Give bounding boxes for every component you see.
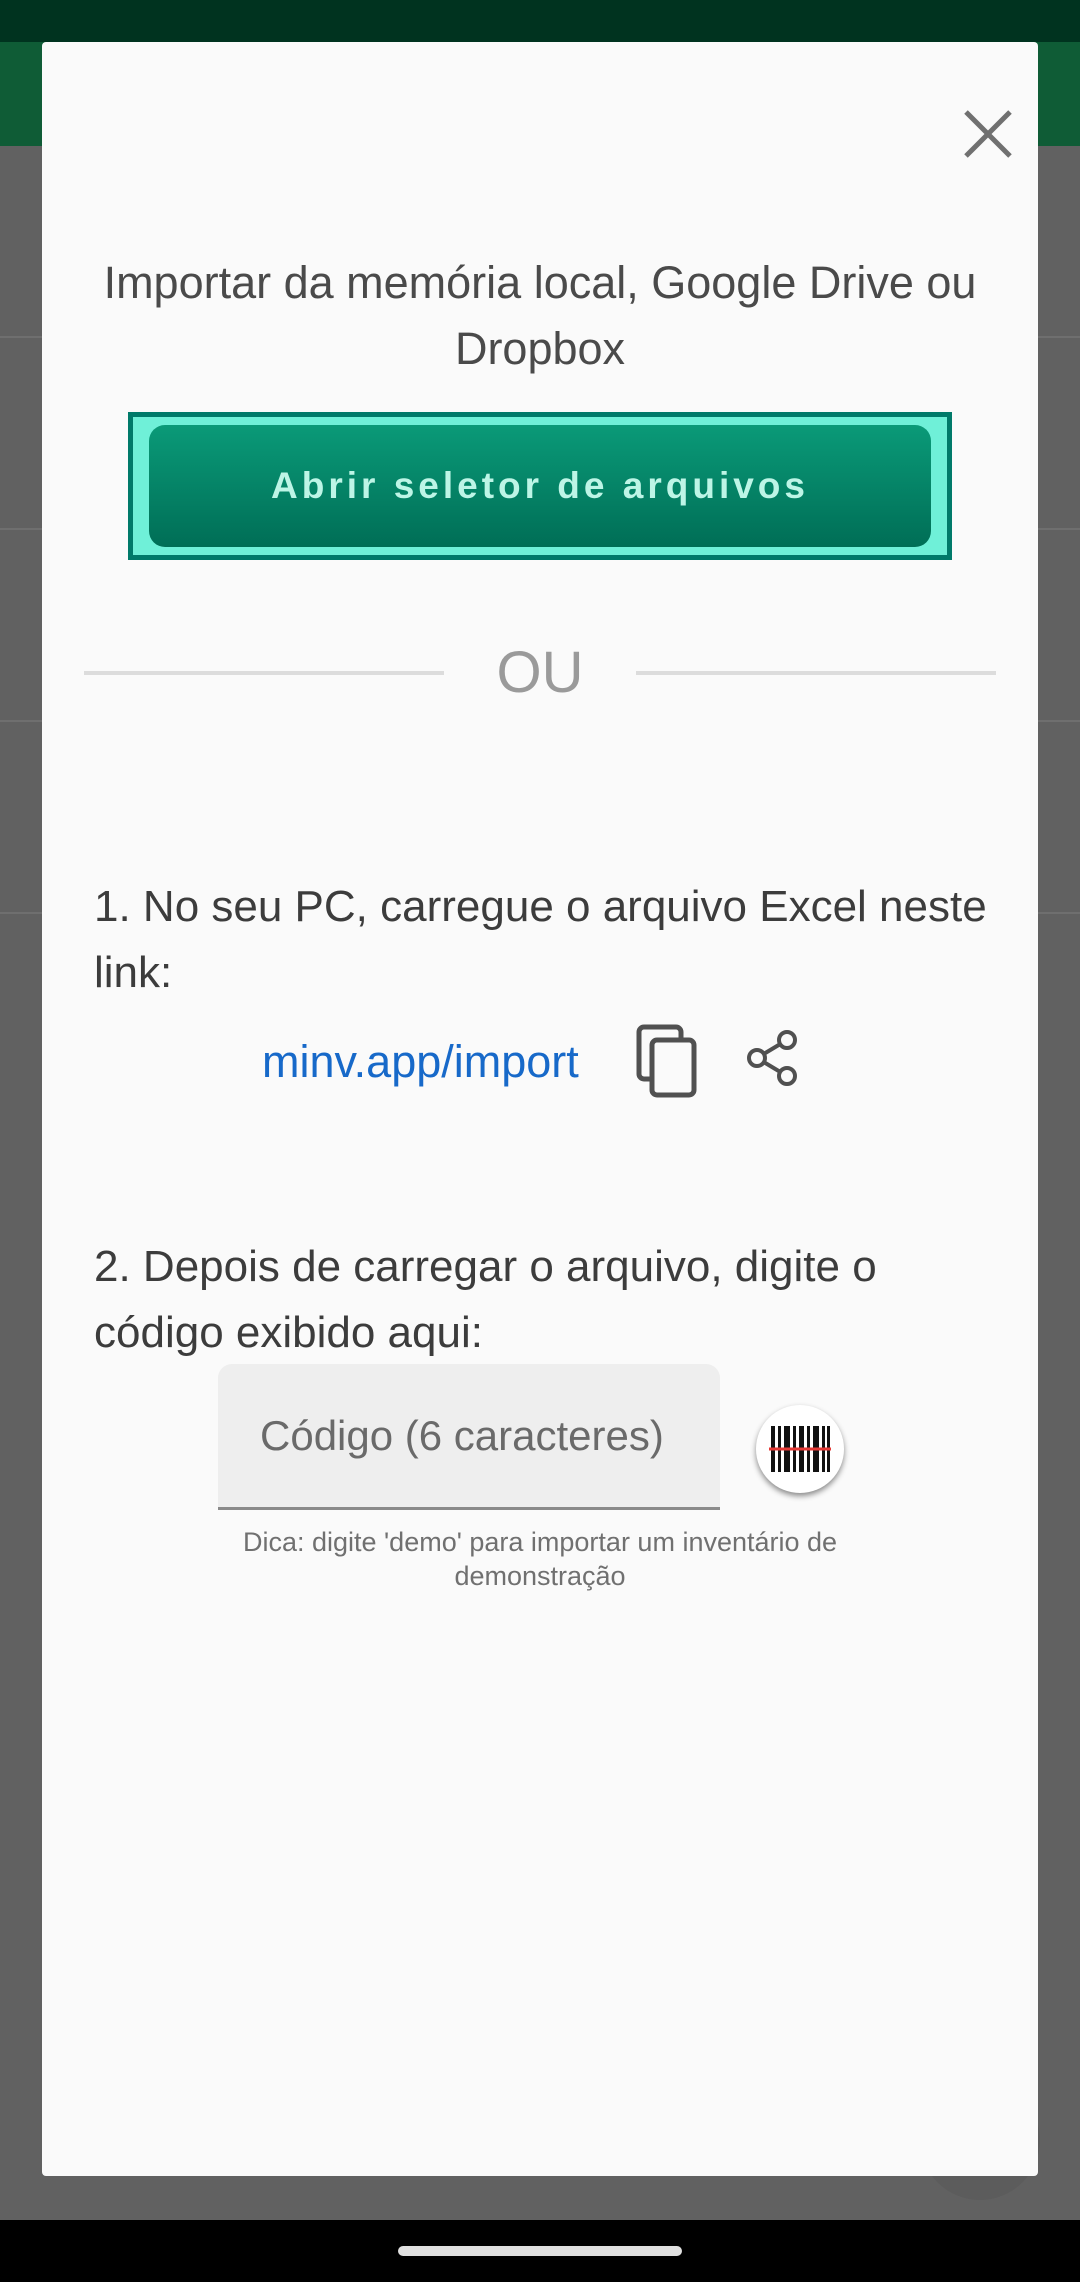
status-bar — [0, 0, 1080, 42]
copy-link-button[interactable] — [634, 1022, 700, 1100]
close-icon — [964, 110, 1012, 158]
divider-left — [84, 671, 444, 675]
code-input[interactable] — [218, 1364, 720, 1510]
scan-barcode-button[interactable] — [756, 1405, 844, 1493]
share-link-button[interactable] — [742, 1028, 802, 1088]
open-picker-focus-outline: Abrir seletor de arquivos — [128, 412, 952, 560]
dialog-title: Importar da memória local, Google Drive … — [103, 257, 977, 374]
open-file-picker-button[interactable]: Abrir seletor de arquivos — [149, 425, 931, 547]
share-icon — [747, 1030, 797, 1086]
barcode-scan-icon — [769, 1426, 831, 1472]
home-gesture-handle[interactable] — [398, 2246, 682, 2256]
divider-right — [636, 671, 996, 675]
or-label: OU — [496, 640, 584, 705]
copy-icon — [636, 1024, 697, 1098]
demo-hint: Dica: digite 'demo' para importar um inv… — [242, 1527, 838, 1591]
step-2-text: 2. Depois de carregar o arquivo, digite … — [94, 1242, 877, 1357]
close-button[interactable] — [948, 94, 1028, 174]
import-link[interactable]: minv.app/import — [262, 1032, 579, 1092]
import-dialog: Importar da memória local, Google Drive … — [42, 42, 1038, 2176]
step-1-text: 1. No seu PC, carregue o arquivo Excel n… — [94, 882, 987, 997]
